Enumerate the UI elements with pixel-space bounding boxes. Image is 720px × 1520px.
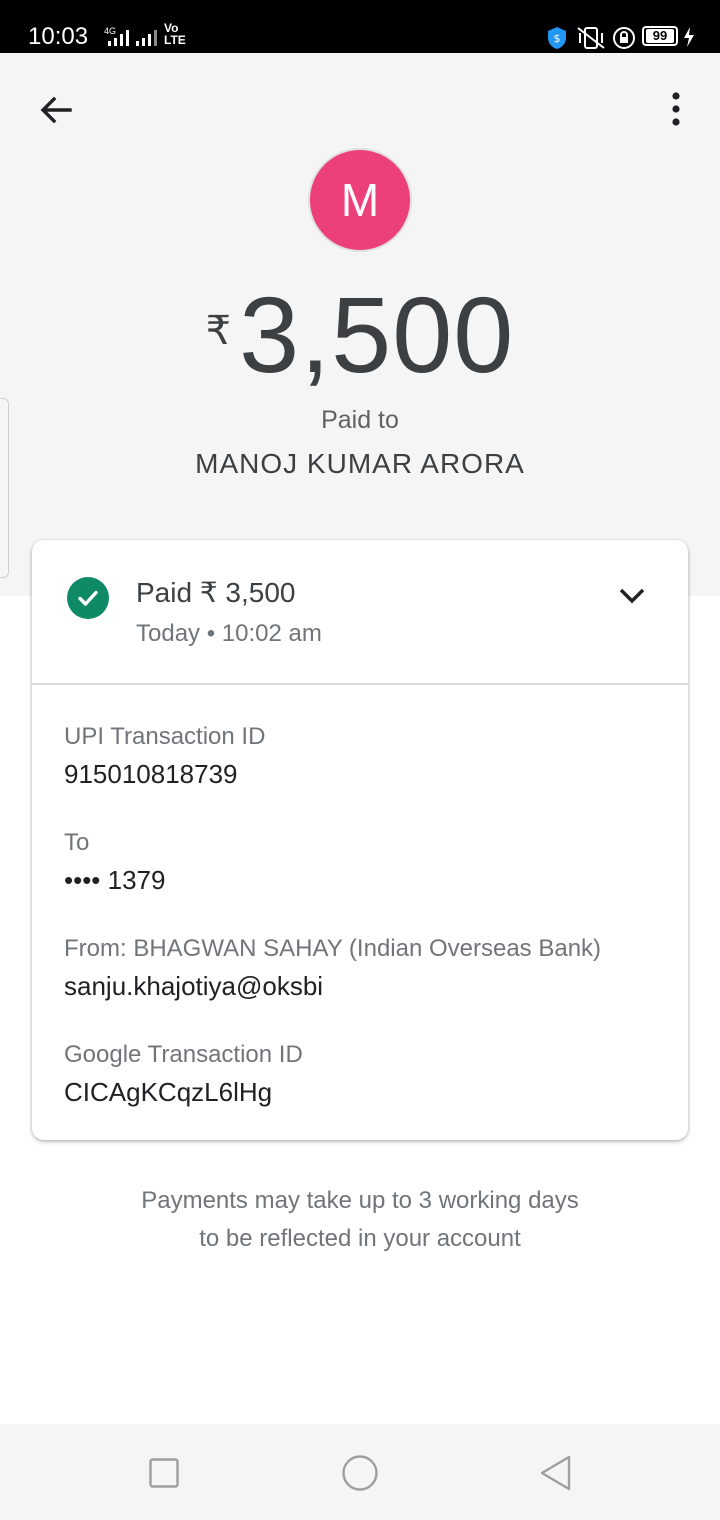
payment-status-title: Paid ₹ 3,500 <box>136 577 296 608</box>
svg-text:$: $ <box>554 32 561 45</box>
volte-icon: Vo LTE <box>164 22 186 46</box>
note-line-1: Payments may take up to 3 working days <box>141 1187 579 1214</box>
avatar: M <box>310 150 410 250</box>
recents-icon[interactable] <box>149 1458 179 1488</box>
note-line-2: to be reflected in your account <box>199 1225 521 1252</box>
battery-level: 99 <box>646 29 674 43</box>
shield-icon: $ <box>548 27 566 49</box>
charging-icon <box>684 27 694 47</box>
payment-header: M ₹3,500 Paid to MANOJ KUMAR ARORA <box>0 53 720 596</box>
transaction-details-card: Paid ₹ 3,500 Today • 10:02 am UPI Transa… <box>32 540 688 1140</box>
signal-icon <box>108 30 129 46</box>
to-label: To <box>64 829 90 856</box>
check-circle-icon <box>67 577 109 619</box>
status-time: 10:03 <box>28 23 89 50</box>
processing-note: Payments may take up to 3 working days t… <box>0 1182 720 1258</box>
to-account-value: •••• 1379 <box>64 865 166 895</box>
status-bar: 10:03 4G Vo LTE $ 99 <box>0 0 720 53</box>
currency-symbol: ₹ <box>205 309 232 353</box>
payee-name: MANOJ KUMAR ARORA <box>195 448 525 479</box>
from-label: From: BHAGWAN SAHAY (Indian Overseas Ban… <box>64 935 602 962</box>
google-transaction-id-value: CICAgKCqzL6lHg <box>64 1077 273 1107</box>
payment-status-time: Today • 10:02 am <box>136 620 322 647</box>
payment-amount: ₹3,500 <box>0 270 720 400</box>
upi-transaction-id-value: 915010818739 <box>64 759 238 789</box>
rotation-lock-icon <box>613 27 635 49</box>
chevron-down-icon[interactable] <box>618 584 646 608</box>
divider <box>32 683 688 685</box>
home-icon[interactable] <box>341 1454 379 1492</box>
battery-icon: 99 <box>642 26 678 46</box>
back-arrow-icon[interactable] <box>36 90 76 130</box>
signal-icon <box>136 30 157 46</box>
more-options-icon[interactable] <box>664 90 688 130</box>
google-transaction-id-label: Google Transaction ID <box>64 1041 303 1068</box>
amount-value: 3,500 <box>239 274 515 395</box>
from-upi-id-value: sanju.khajotiya@oksbi <box>64 971 324 1001</box>
volte-bottom: LTE <box>164 33 186 47</box>
paid-to-label: Paid to <box>321 406 399 434</box>
vibrate-icon <box>577 27 605 49</box>
system-nav-bar <box>0 1424 720 1520</box>
upi-transaction-id-label: UPI Transaction ID <box>64 723 266 750</box>
back-triangle-icon[interactable] <box>538 1454 572 1492</box>
